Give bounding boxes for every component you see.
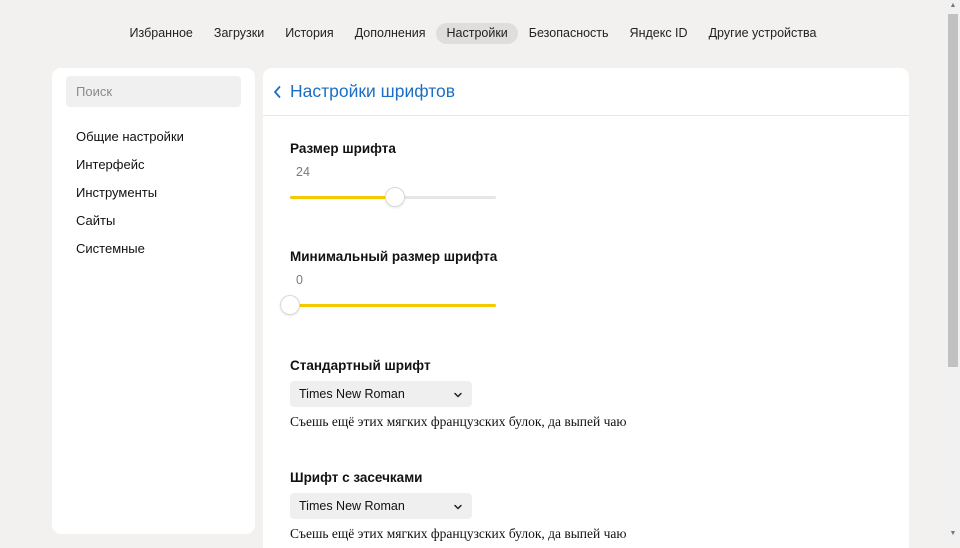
slider-fill	[290, 304, 496, 307]
tab-extensions[interactable]: Дополнения	[344, 23, 436, 44]
standard-font-label: Стандартный шрифт	[290, 358, 431, 373]
sidebar-item-interface[interactable]: Интерфейс	[76, 154, 184, 182]
tab-history[interactable]: История	[275, 23, 344, 44]
standard-font-select[interactable]: Times New Roman	[290, 381, 472, 407]
chevron-down-icon	[454, 387, 462, 401]
settings-panel: Настройки шрифтов Размер шрифта 24 Миним…	[263, 68, 909, 548]
tab-security[interactable]: Безопасность	[518, 23, 619, 44]
top-navigation: Избранное Загрузки История Дополнения На…	[0, 23, 946, 44]
scroll-down-icon[interactable]: ▼	[949, 530, 957, 538]
font-size-section: Размер шрифта 24	[290, 141, 496, 206]
tab-downloads[interactable]: Загрузки	[203, 23, 274, 44]
font-size-slider[interactable]	[290, 188, 496, 206]
chevron-down-icon	[454, 499, 462, 513]
sidebar: Общие настройки Интерфейс Инструменты Са…	[52, 68, 255, 534]
panel-header: Настройки шрифтов	[263, 68, 909, 116]
tab-other-devices[interactable]: Другие устройства	[698, 23, 827, 44]
sidebar-item-general[interactable]: Общие настройки	[76, 126, 184, 154]
slider-fill	[290, 196, 396, 199]
standard-font-section: Стандартный шрифт Times New Roman Съешь …	[290, 358, 627, 429]
serif-font-section: Шрифт с засечками Times New Roman Съешь …	[290, 470, 627, 541]
search-input[interactable]	[66, 76, 241, 107]
min-font-size-slider[interactable]	[281, 296, 496, 314]
tab-favorites[interactable]: Избранное	[119, 23, 203, 44]
slider-handle[interactable]	[281, 296, 299, 314]
scroll-up-icon[interactable]: ▲	[949, 2, 957, 10]
font-size-value: 24	[296, 165, 310, 179]
serif-font-label: Шрифт с засечками	[290, 470, 423, 485]
font-size-label: Размер шрифта	[290, 141, 396, 156]
page-scrollbar[interactable]: ▲ ▼	[946, 0, 960, 540]
sidebar-item-sites[interactable]: Сайты	[76, 210, 184, 238]
serif-font-value: Times New Roman	[299, 499, 405, 513]
serif-font-select[interactable]: Times New Roman	[290, 493, 472, 519]
scrollbar-thumb[interactable]	[948, 14, 958, 367]
tab-settings[interactable]: Настройки	[436, 23, 519, 44]
tab-yandex-id[interactable]: Яндекс ID	[619, 23, 698, 44]
sidebar-item-tools[interactable]: Инструменты	[76, 182, 184, 210]
sidebar-menu: Общие настройки Интерфейс Инструменты Са…	[76, 126, 184, 266]
min-font-size-value: 0	[296, 273, 303, 287]
slider-handle[interactable]	[386, 188, 405, 206]
page-title: Настройки шрифтов	[290, 81, 456, 101]
sidebar-item-system[interactable]: Системные	[76, 238, 184, 266]
min-font-size-label: Минимальный размер шрифта	[290, 249, 498, 264]
standard-font-preview: Съешь ещё этих мягких французских булок,…	[290, 414, 627, 429]
min-font-size-section: Минимальный размер шрифта 0	[281, 249, 498, 314]
standard-font-value: Times New Roman	[299, 387, 405, 401]
chevron-left-icon[interactable]	[273, 84, 285, 100]
